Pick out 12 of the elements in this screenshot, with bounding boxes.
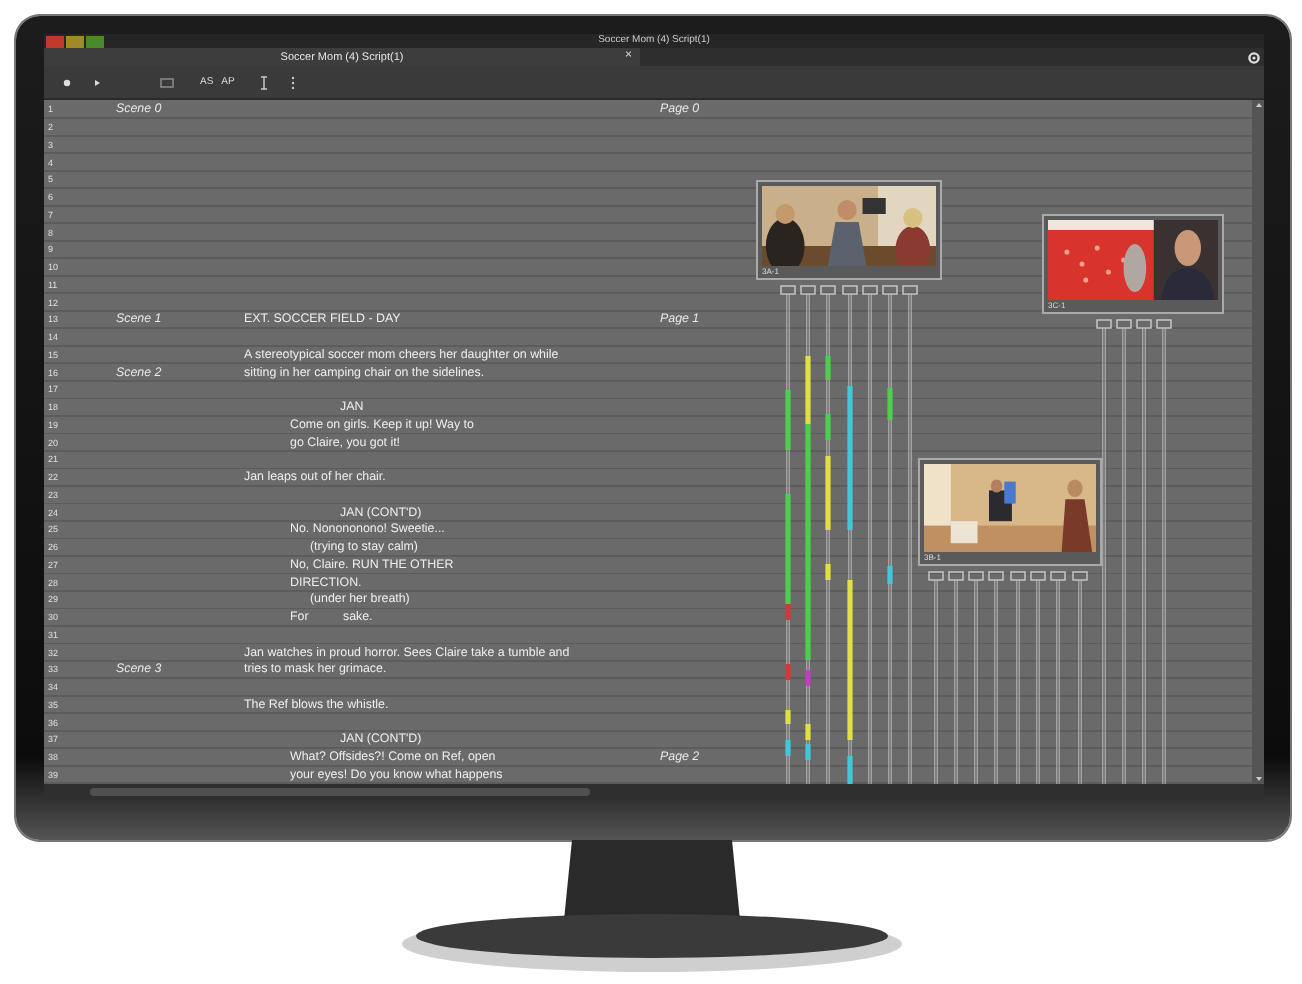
close-button[interactable]	[46, 35, 64, 47]
frame-icon	[159, 77, 173, 87]
scrollbar-thumb[interactable]	[90, 788, 590, 796]
text-cursor-icon	[260, 75, 269, 89]
record-icon	[61, 77, 71, 87]
play-icon	[91, 77, 101, 87]
settings-icon[interactable]	[1248, 51, 1260, 63]
minimize-button[interactable]	[66, 35, 84, 47]
scrollbar[interactable]	[1252, 100, 1264, 784]
dots-icon	[289, 75, 296, 89]
zoom-button[interactable]	[86, 35, 104, 47]
clip-button[interactable]	[156, 72, 176, 92]
